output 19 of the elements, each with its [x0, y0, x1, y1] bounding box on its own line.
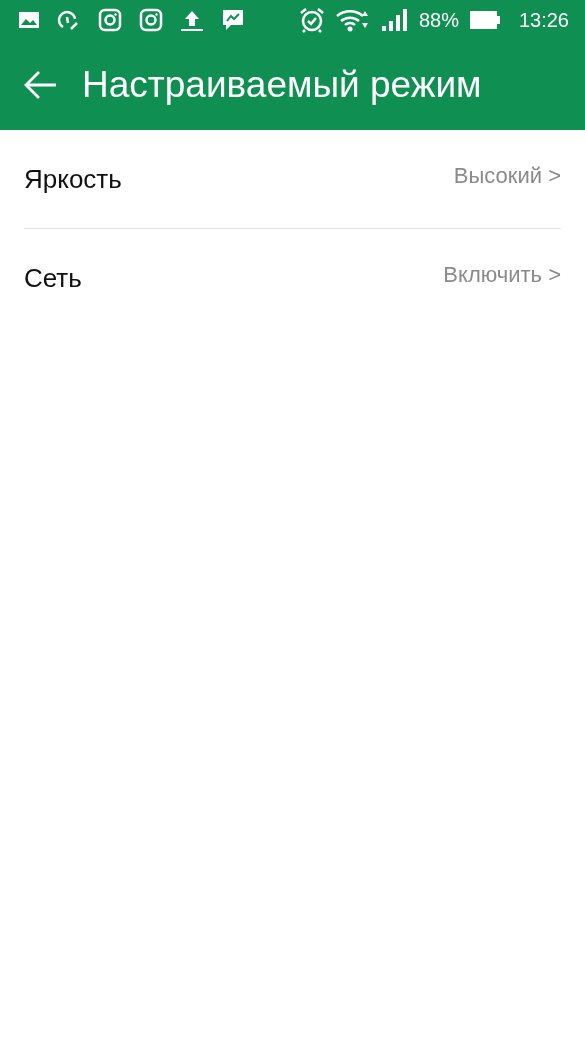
wifi-icon	[334, 8, 371, 32]
settings-row[interactable]: Яркость Высокий >	[24, 130, 561, 229]
gauge-icon	[57, 9, 81, 31]
setting-label: Яркость	[24, 162, 122, 196]
battery-percentage: 88%	[418, 8, 459, 33]
picture-icon	[18, 10, 40, 30]
setting-label: Сеть	[24, 262, 82, 295]
settings-row[interactable]: Сеть Включить >	[24, 229, 561, 328]
signal-icon	[380, 8, 409, 32]
battery-icon	[468, 10, 501, 30]
back-button[interactable]	[24, 70, 58, 100]
setting-value: Включить >	[443, 261, 561, 289]
camera-icon	[139, 8, 163, 32]
chat-icon	[221, 8, 245, 32]
setting-value: Высокий >	[453, 161, 561, 190]
screen-title: Настраиваемый режим	[82, 63, 482, 108]
camera-icon	[98, 8, 122, 32]
clock-time: 13:26	[518, 8, 569, 33]
alarm-icon	[298, 7, 325, 33]
